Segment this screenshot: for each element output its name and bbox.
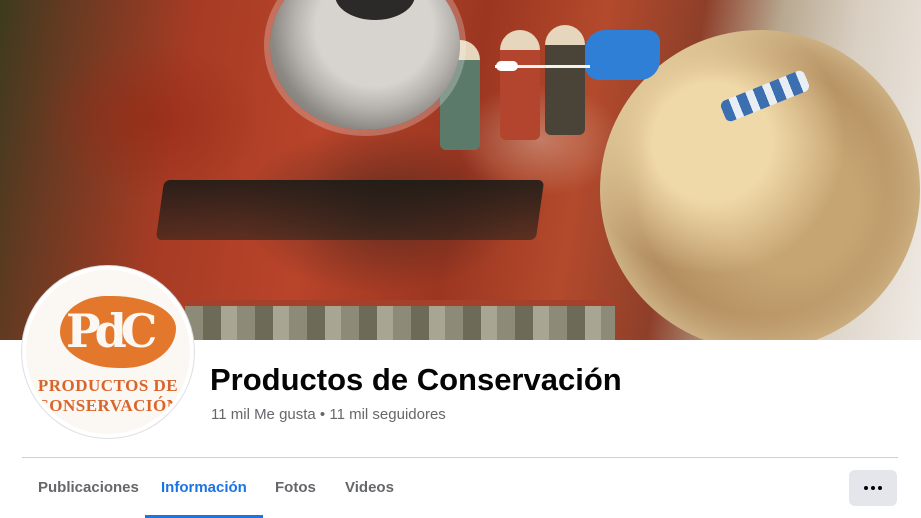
facebook-page: PdC PRODUCTOS DE CONSERVACIÓN Productos … xyxy=(0,0,921,518)
tab-videos[interactable]: Videos xyxy=(329,458,410,518)
more-options-button[interactable] xyxy=(849,470,897,506)
profile-logo: PdC PRODUCTOS DE CONSERVACIÓN xyxy=(26,270,190,434)
cover-detail-swab-tip xyxy=(496,61,518,71)
logo-monogram: PdC xyxy=(66,304,157,358)
page-stats[interactable]: 11 mil Me gusta • 11 mil seguidores xyxy=(211,406,446,423)
logo-text-line2: CONSERVACIÓN xyxy=(36,396,180,415)
profile-picture[interactable]: PdC PRODUCTOS DE CONSERVACIÓN xyxy=(22,266,194,438)
cover-detail-glove xyxy=(585,30,660,80)
tab-informacion[interactable]: Información xyxy=(145,458,263,518)
tab-publicaciones[interactable]: Publicaciones xyxy=(22,458,155,518)
tab-fotos[interactable]: Fotos xyxy=(259,458,332,518)
cover-detail-lamp xyxy=(270,0,460,130)
cover-detail-figure xyxy=(500,30,540,140)
logo-text-line1: PRODUCTOS DE xyxy=(37,376,179,395)
page-title: Productos de Conservación xyxy=(210,362,622,397)
cover-detail-tiles xyxy=(185,300,615,340)
cover-detail-figure xyxy=(545,25,585,135)
more-horizontal-icon xyxy=(864,486,882,490)
cover-detail-table xyxy=(155,180,545,240)
